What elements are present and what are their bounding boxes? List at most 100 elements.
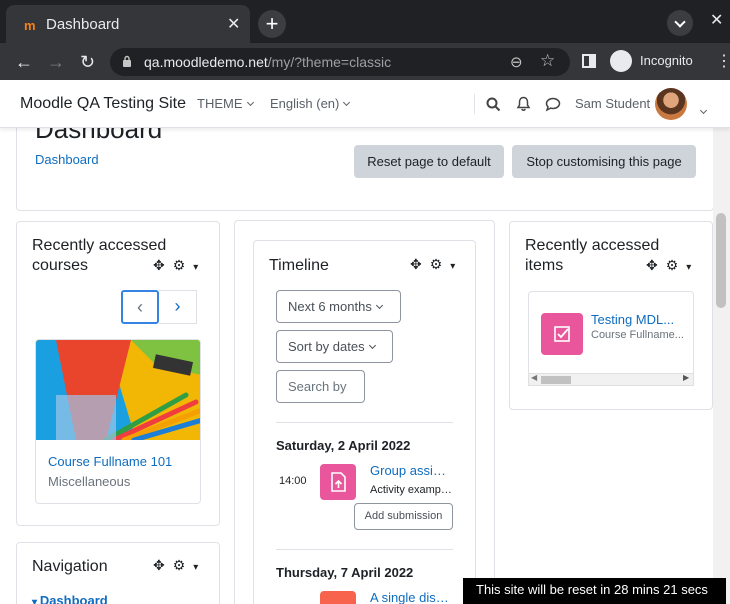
user-name[interactable]: Sam Student — [575, 96, 650, 111]
timeline-event: 14:00 Group assignment is due Activity e… — [268, 457, 461, 537]
avatar[interactable] — [655, 88, 687, 120]
chevron-down-icon[interactable]: ▾ — [193, 562, 198, 573]
add-submission-button[interactable]: Add submission — [354, 503, 453, 530]
site-navbar: Moodle QA Testing Site THEME English (en… — [0, 80, 730, 128]
timeline-sort-dropdown[interactable]: Sort by dates — [276, 330, 393, 363]
move-icon[interactable]: ✥ — [646, 257, 658, 274]
recent-item-card[interactable]: Testing MDL... Course Fullname... — [528, 291, 694, 376]
next-page-button[interactable]: › — [159, 290, 197, 324]
timeline-date-heading: Saturday, 2 April 2022 — [276, 438, 411, 453]
checkbox-activity-icon — [541, 313, 583, 355]
new-tab-button[interactable]: + — [258, 10, 286, 38]
assignment-icon-graphic — [331, 472, 346, 492]
moodle-icon: m — [24, 18, 36, 33]
event-title-text: Group assignment is due — [370, 463, 450, 478]
block-controls: ✥ ⚙ ▾ — [153, 257, 206, 274]
site-reset-notice: This site will be reset in 28 mins 21 se… — [463, 578, 726, 604]
chevron-down-icon[interactable]: ▾ — [193, 262, 198, 273]
tab-search-icon[interactable] — [667, 10, 693, 36]
scrollbar-thumb[interactable] — [541, 376, 571, 384]
block-title: Timeline — [269, 257, 329, 274]
move-icon[interactable]: ✥ — [410, 256, 422, 273]
incognito-icon — [610, 50, 632, 72]
browser-menu-icon[interactable]: ⋮ — [716, 51, 730, 71]
event-title-text: A single display — [370, 590, 452, 604]
side-panel-icon[interactable] — [582, 54, 596, 68]
recent-item-title[interactable]: Testing MDL... — [591, 312, 674, 327]
horizontal-scrollbar[interactable]: ◀ ▶ — [528, 373, 694, 386]
divider — [276, 549, 453, 550]
event-subtitle-text: Activity example · Course Fullname 101 — [370, 484, 454, 496]
address-bar[interactable]: qa.moodledemo.net/my/?theme=classic ⊖ ☆ — [110, 48, 570, 76]
move-icon[interactable]: ✥ — [153, 257, 165, 274]
event-time: 14:00 — [279, 475, 307, 487]
chevron-down-icon: ▾ — [32, 597, 40, 604]
back-icon[interactable]: ← — [15, 52, 33, 73]
chevron-down-icon[interactable]: ▾ — [450, 261, 455, 272]
previous-page-button[interactable]: ‹ — [121, 290, 159, 324]
language-menu[interactable]: English (en) — [270, 96, 351, 111]
reload-icon[interactable]: ↻ — [80, 52, 95, 73]
timeline-search-input[interactable]: Search by activity type or name — [276, 370, 365, 403]
scroll-right-icon[interactable]: ▶ — [683, 373, 689, 382]
chevron-down-icon — [375, 301, 383, 310]
tab-title: Dashboard — [46, 16, 120, 33]
close-tab-icon[interactable]: ✕ — [227, 14, 240, 34]
close-window-icon[interactable]: ✕ — [710, 10, 723, 30]
reset-page-button[interactable]: Reset page to default — [354, 145, 504, 178]
forward-icon[interactable]: → — [47, 52, 65, 73]
gear-icon[interactable]: ⚙ — [430, 256, 443, 273]
timeline-filter-label: Next 6 months — [288, 299, 372, 314]
timeline-filter-dropdown[interactable]: Next 6 months — [276, 290, 401, 323]
stop-customising-button[interactable]: Stop customising this page — [512, 145, 696, 178]
site-name[interactable]: Moodle QA Testing Site — [20, 95, 186, 113]
gear-icon[interactable]: ⚙ — [173, 257, 186, 274]
page-content: Dashboard Dashboard Reset page to defaul… — [0, 128, 713, 604]
search-icon[interactable] — [486, 97, 501, 112]
page-scrollbar[interactable] — [713, 128, 730, 604]
timeline-outer-region: Timeline ✥ ⚙ ▾ Next 6 months Sort by dates… — [234, 220, 495, 604]
url-path: /my/?theme=classic — [267, 54, 392, 70]
event-title-link[interactable]: A single display — [370, 590, 452, 604]
course-image-art — [36, 340, 200, 440]
move-icon[interactable]: ✥ — [153, 557, 165, 574]
navigation-block: Navigation ✥ ⚙ ▾ ▾ Dashboard — [16, 542, 220, 604]
nav-item-label: Dashboard — [39, 593, 108, 604]
event-title-link[interactable]: Group assignment is due — [370, 463, 450, 478]
timeline-event: A single display — [268, 584, 461, 604]
search-placeholder: Search by activity type or name — [288, 379, 348, 394]
recent-item-course: Course Fullname... — [591, 329, 684, 341]
zoom-icon[interactable]: ⊖ — [510, 53, 523, 71]
chevron-down-icon[interactable]: ▾ — [686, 262, 691, 273]
course-category: Miscellaneous — [48, 474, 131, 489]
browser-tab-strip: m Dashboard ✕ + ✕ — [0, 0, 730, 43]
nav-item-dashboard[interactable]: ▾ Dashboard — [32, 593, 108, 604]
breadcrumb[interactable]: Dashboard — [35, 152, 99, 167]
checkbox-activity-graphic — [554, 326, 570, 342]
block-title: Navigation — [32, 558, 108, 575]
assignment-icon — [320, 464, 356, 500]
scroll-left-icon[interactable]: ◀ — [531, 373, 537, 382]
messages-icon[interactable] — [545, 97, 561, 112]
bookmark-star-icon[interactable]: ☆ — [540, 51, 555, 71]
course-card[interactable]: Course Fullname 101 Miscellaneous — [35, 339, 201, 504]
theme-menu[interactable]: THEME — [197, 96, 254, 111]
url-host: qa.moodledemo.net — [144, 54, 268, 70]
recently-accessed-courses-block: Recently accessed courses ✥ ⚙ ▾ ‹ › Cour… — [16, 221, 220, 526]
timeline-sort-label: Sort by dates — [288, 339, 365, 354]
chevron-right-icon: › — [174, 296, 181, 316]
course-image[interactable] — [36, 340, 200, 440]
gear-icon[interactable]: ⚙ — [666, 257, 679, 274]
page-header: Dashboard Dashboard Reset page to defaul… — [16, 128, 713, 211]
browser-tab[interactable]: m Dashboard ✕ — [6, 5, 250, 43]
scrollbar-thumb[interactable] — [716, 213, 726, 308]
chevron-down-icon[interactable] — [699, 106, 708, 115]
lock-icon — [123, 55, 131, 67]
gear-icon[interactable]: ⚙ — [173, 557, 186, 574]
url-text: qa.moodledemo.net/my/?theme=classic — [144, 54, 391, 70]
recently-accessed-items-block: Recently accessed items ✥ ⚙ ▾ Testing MDL.… — [509, 221, 713, 410]
block-controls: ✥ ⚙ ▾ — [410, 256, 463, 273]
course-name-link[interactable]: Course Fullname 101 — [48, 454, 172, 469]
navbar-divider — [474, 94, 475, 114]
notification-bell-icon[interactable] — [516, 96, 531, 112]
